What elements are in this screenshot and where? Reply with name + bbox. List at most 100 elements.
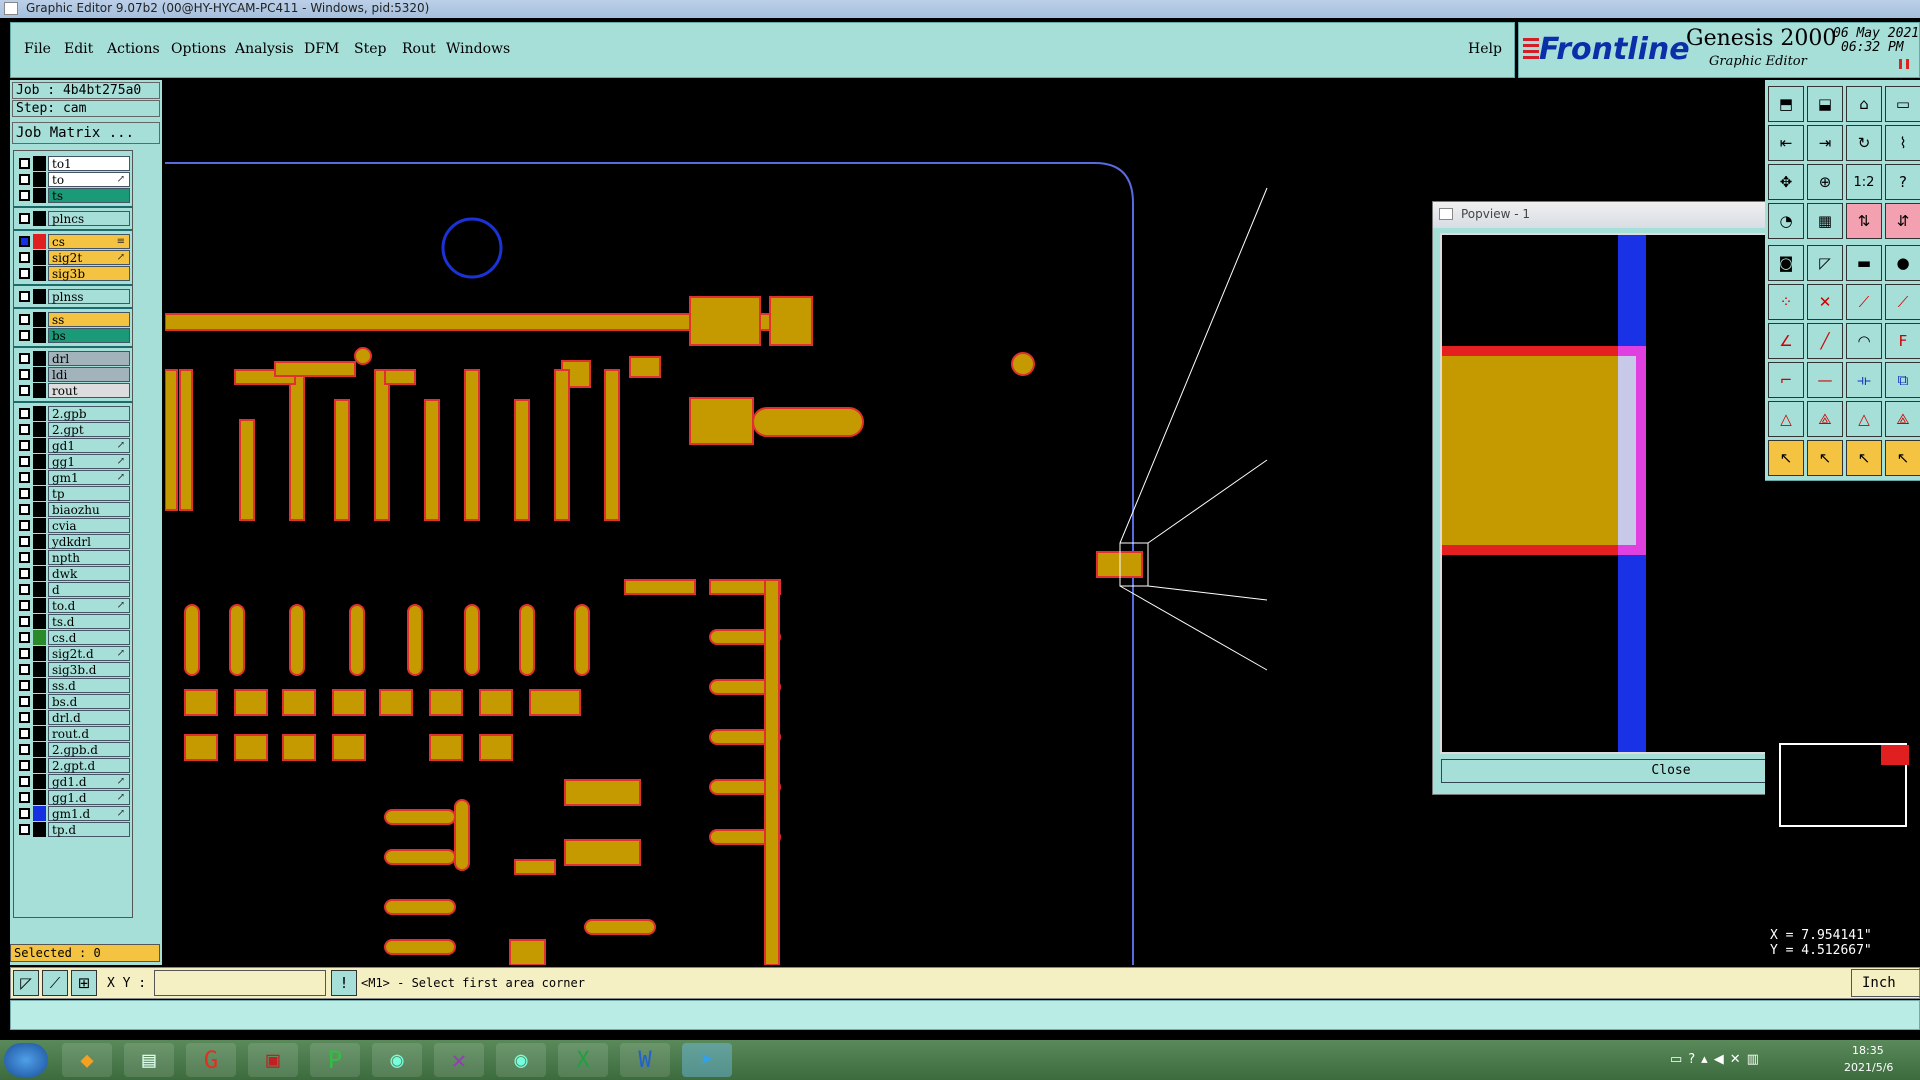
menu-rout[interactable]: Rout: [402, 41, 436, 57]
layer-name[interactable]: drl: [48, 351, 130, 366]
layer-color-swatch[interactable]: [33, 822, 46, 837]
layer-checkbox[interactable]: [19, 424, 30, 435]
select-area-icon[interactable]: ◸: [13, 970, 39, 996]
tool-help-icon[interactable]: ?: [1885, 164, 1920, 200]
layer-color-swatch[interactable]: [33, 211, 46, 226]
layer-color-swatch[interactable]: [33, 534, 46, 549]
layer-row-to1[interactable]: to1: [14, 156, 132, 171]
taskbar-app-save-icon[interactable]: ▣: [248, 1043, 298, 1077]
layer-checkbox[interactable]: [19, 440, 30, 451]
layer-color-swatch[interactable]: [33, 502, 46, 517]
layer-color-swatch[interactable]: [33, 646, 46, 661]
layer-row-sig3b.d[interactable]: sig3b.d: [14, 662, 132, 677]
layer-color-swatch[interactable]: [33, 758, 46, 773]
layer-name[interactable]: drl.d: [48, 710, 130, 725]
layer-checkbox[interactable]: [19, 520, 30, 531]
taskbar-app-eye-icon[interactable]: ◉: [372, 1043, 422, 1077]
layer-color-swatch[interactable]: [33, 614, 46, 629]
layer-color-swatch[interactable]: [33, 351, 46, 366]
layer-row-biaozhu[interactable]: biaozhu: [14, 502, 132, 517]
layer-row-d[interactable]: d: [14, 582, 132, 597]
layer-row-gd1[interactable]: gd1 ↗: [14, 438, 132, 453]
popview-canvas[interactable]: [1440, 233, 1765, 754]
xy-input[interactable]: [154, 970, 326, 996]
layer-row-bs.d[interactable]: bs.d: [14, 694, 132, 709]
taskbar-app-p-icon[interactable]: P: [310, 1043, 360, 1077]
layer-row-ss[interactable]: ss: [14, 312, 132, 327]
layer-name[interactable]: rout.d: [48, 726, 130, 741]
tool-group-icon[interactable]: ⧉: [1885, 362, 1920, 398]
layer-checkbox[interactable]: [19, 792, 30, 803]
layer-name[interactable]: 2.gpb.d: [48, 742, 130, 757]
job-matrix-button[interactable]: Job Matrix ...: [12, 122, 160, 144]
layer-row-cvia[interactable]: cvia: [14, 518, 132, 533]
layer-color-swatch[interactable]: [33, 678, 46, 693]
layer-color-swatch[interactable]: [33, 312, 46, 327]
layer-checkbox[interactable]: [19, 584, 30, 595]
layer-color-swatch[interactable]: [33, 188, 46, 203]
popview-close-button[interactable]: Close: [1441, 759, 1765, 783]
layer-row-npth[interactable]: npth: [14, 550, 132, 565]
layer-color-swatch[interactable]: [33, 470, 46, 485]
tray-icons[interactable]: ▭?▴◀✕▥: [1670, 1052, 1765, 1067]
menu-help[interactable]: Help: [1468, 41, 1502, 57]
layer-checkbox[interactable]: [19, 213, 30, 224]
tool-minus-icon[interactable]: —: [1807, 362, 1843, 398]
layer-checkbox[interactable]: [19, 190, 30, 201]
layer-color-swatch[interactable]: [33, 630, 46, 645]
layer-row-plnss[interactable]: plnss: [14, 289, 132, 304]
layer-name[interactable]: tp.d: [48, 822, 130, 837]
menu-analysis[interactable]: Analysis: [235, 41, 294, 57]
layer-color-swatch[interactable]: [33, 790, 46, 805]
layer-name[interactable]: to.d ↗: [48, 598, 130, 613]
layer-row-gm1.d[interactable]: gm1.d ↗: [14, 806, 132, 821]
layer-color-swatch[interactable]: [33, 454, 46, 469]
layer-row-rout[interactable]: rout: [14, 383, 132, 398]
tool-ruler-icon[interactable]: ▬: [1846, 245, 1882, 281]
layer-row-drl[interactable]: drl: [14, 351, 132, 366]
tool-triangle3-icon[interactable]: △: [1846, 401, 1882, 437]
tool-arc-icon[interactable]: ◠: [1846, 323, 1882, 359]
taskbar-app-x-icon[interactable]: ✕: [434, 1043, 484, 1077]
layer-name[interactable]: gd1 ↗: [48, 438, 130, 453]
layer-checkbox[interactable]: [19, 600, 30, 611]
layer-row-2.gpt.d[interactable]: 2.gpt.d: [14, 758, 132, 773]
layer-name[interactable]: cs ≡: [48, 234, 130, 249]
layer-checkbox[interactable]: [19, 504, 30, 515]
layer-color-swatch[interactable]: [33, 582, 46, 597]
tool-home-icon[interactable]: ⌂: [1846, 86, 1882, 122]
layer-color-swatch[interactable]: [33, 566, 46, 581]
alert-icon[interactable]: !: [331, 970, 357, 996]
layer-name[interactable]: ts.d: [48, 614, 130, 629]
layer-row-bs[interactable]: bs: [14, 328, 132, 343]
layer-row-cs.d[interactable]: cs.d: [14, 630, 132, 645]
layer-color-swatch[interactable]: [33, 438, 46, 453]
layer-name[interactable]: ss: [48, 312, 130, 327]
layer-name[interactable]: 2.gpt: [48, 422, 130, 437]
layer-row-drl.d[interactable]: drl.d: [14, 710, 132, 725]
layer-row-tp[interactable]: tp: [14, 486, 132, 501]
layer-row-rout.d[interactable]: rout.d: [14, 726, 132, 741]
layer-row-to.d[interactable]: to.d ↗: [14, 598, 132, 613]
layer-checkbox[interactable]: [19, 268, 30, 279]
layer-name[interactable]: gm1.d ↗: [48, 806, 130, 821]
tool-measure-icon[interactable]: ◔: [1768, 203, 1804, 239]
menu-edit[interactable]: Edit: [64, 41, 93, 57]
layer-row-ss.d[interactable]: ss.d: [14, 678, 132, 693]
popview-titlebar[interactable]: Popview - 1 ✕: [1433, 202, 1765, 228]
layer-color-swatch[interactable]: [33, 367, 46, 382]
layer-color-swatch[interactable]: [33, 774, 46, 789]
layer-checkbox[interactable]: [19, 472, 30, 483]
tool-pointer4-icon[interactable]: ↖: [1885, 440, 1920, 476]
tool-save-icon[interactable]: ⬓: [1807, 86, 1843, 122]
taskbar-app-excel-icon[interactable]: X: [558, 1043, 608, 1077]
layer-color-swatch[interactable]: [33, 806, 46, 821]
tool-grid-icon[interactable]: ▦: [1807, 203, 1843, 239]
units-selector[interactable]: Inch: [1851, 969, 1920, 997]
layer-color-swatch[interactable]: [33, 172, 46, 187]
layer-row-ts[interactable]: ts: [14, 188, 132, 203]
tool-next-icon[interactable]: ⇥: [1807, 125, 1843, 161]
layer-row-2.gpb[interactable]: 2.gpb: [14, 406, 132, 421]
layer-name[interactable]: plncs: [48, 211, 130, 226]
layer-name[interactable]: gg1.d ↗: [48, 790, 130, 805]
